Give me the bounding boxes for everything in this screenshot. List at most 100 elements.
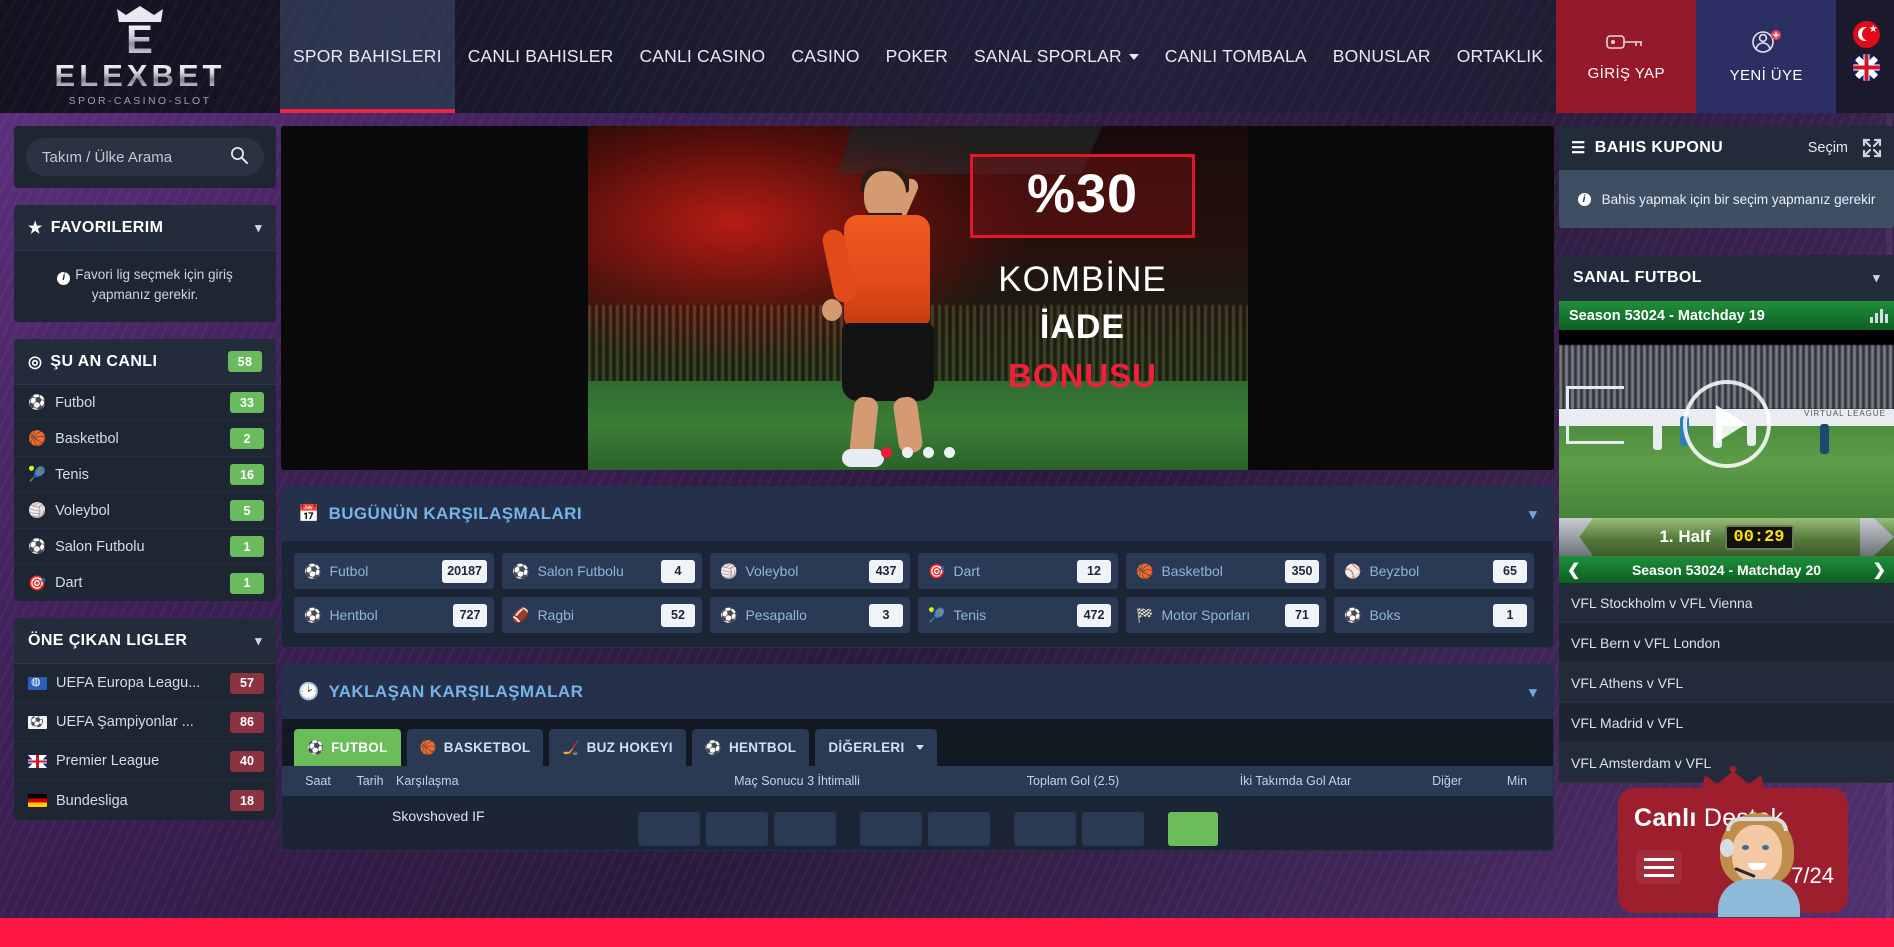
brand-tagline: SPOR-CASINO-SLOT	[68, 95, 212, 108]
odd-cell[interactable]	[1082, 812, 1144, 846]
odd-cell-more[interactable]	[1168, 812, 1218, 846]
nav-item-ortaklik[interactable]: ORTAKLIK	[1444, 0, 1557, 113]
featured-leagues-header[interactable]: ÖNE ÇIKAN LIGLER ▾	[14, 618, 276, 665]
search-icon[interactable]	[230, 146, 248, 169]
expand-icon[interactable]	[1862, 138, 1882, 158]
tab-basketbol[interactable]: 🏀 BASKETBOL	[406, 729, 544, 766]
sidebar-item-dart[interactable]: 🎯 Dart 1	[14, 565, 276, 601]
login-button[interactable]: GİRİŞ YAP	[1556, 0, 1697, 113]
upcoming-matches-title: YAKLAŞAN KARŞILAŞMALAR	[328, 682, 584, 701]
list-item[interactable]: VFL Madrid v VFL	[1559, 703, 1894, 743]
sport-tile-dart[interactable]: 🎯 Dart 12	[918, 553, 1118, 589]
nav-item-canli-casino[interactable]: CANLI CASINO	[626, 0, 778, 113]
sport-tile-basketbol[interactable]: 🏀 Basketbol 350	[1126, 553, 1326, 589]
col-diger: Diğer	[1432, 774, 1462, 788]
sport-tile-voleybol[interactable]: 🏐 Voleybol 437	[710, 553, 910, 589]
sport-tile-tenis[interactable]: 🎾 Tenis 472	[918, 597, 1118, 633]
sidebar-item-tenis[interactable]: 🎾 Tenis 16	[14, 457, 276, 494]
upcoming-matches-header[interactable]: 🕑 YAKLAŞAN KARŞILAŞMALAR ▾	[282, 665, 1553, 719]
list-item[interactable]: VFL Stockholm v VFL Vienna	[1559, 583, 1894, 623]
chevron-down-icon[interactable]: ▾	[255, 220, 262, 236]
table-row[interactable]: Skovshoved IF	[282, 796, 1553, 850]
chevron-down-icon[interactable]: ▾	[255, 633, 262, 649]
nav-item-canli-bahisler[interactable]: CANLI BAHISLER	[455, 0, 627, 113]
odd-cell[interactable]	[638, 812, 700, 846]
next-matchday-button[interactable]: ❯	[1873, 560, 1886, 580]
sidebar-item-count: 1	[230, 536, 264, 558]
baseball-icon: ⚾	[1344, 562, 1362, 579]
sport-tile-hentbol[interactable]: ⚽ Hentbol 727	[294, 597, 494, 633]
odd-cell[interactable]	[860, 812, 922, 846]
brand-name: ELEXBET	[54, 57, 226, 93]
banner-dot-4[interactable]	[943, 447, 955, 458]
sport-tile-label: Salon Futbolu	[537, 563, 624, 579]
nav-item-poker[interactable]: POKER	[873, 0, 961, 113]
odd-cell[interactable]	[928, 812, 990, 846]
prev-matchday-button[interactable]: ❮	[1567, 560, 1580, 580]
flag-gb-icon[interactable]	[1852, 53, 1880, 81]
tab-digerleri[interactable]: DİĞERLERI	[815, 729, 937, 766]
tab-futbol[interactable]: ⚽ FUTBOL	[294, 729, 401, 766]
sidebar-item-basketbol[interactable]: 🏀 Basketbol 2	[14, 421, 276, 458]
virtual-football-header[interactable]: SANAL FUTBOL ▾	[1559, 255, 1894, 301]
league-item-uefa-europa[interactable]: UEFA Europa Leagu... 57	[14, 664, 276, 704]
league-item-premier-league[interactable]: Premier League 40	[14, 742, 276, 782]
sidebar-item-label: Futbol	[55, 394, 96, 411]
nav-item-canli-tombala[interactable]: CANLI TOMBALA	[1152, 0, 1320, 113]
nav-item-sanal-sporlar[interactable]: SANAL SPORLAR	[961, 0, 1152, 113]
bar-chart-icon[interactable]	[1870, 308, 1888, 323]
banner-dot-2[interactable]	[901, 447, 913, 458]
brand-logo[interactable]: E ELEXBET SPOR-CASINO-SLOT	[0, 0, 280, 113]
sport-tile-salon-futbolu[interactable]: ⚽ Salon Futbolu 4	[502, 553, 702, 589]
virtual-match-video[interactable]	[1559, 330, 1894, 518]
sidebar-item-voleybol[interactable]: 🏐 Voleybol 5	[14, 493, 276, 530]
dot-circle-icon: ◎	[28, 353, 43, 371]
odd-cell[interactable]	[706, 812, 768, 846]
play-icon[interactable]	[1682, 380, 1771, 468]
list-item[interactable]: VFL Bern v VFL London	[1559, 623, 1894, 663]
right-sidebar: ☰ BAHIS KUPONU Seçim i Bahis yapmak için …	[1559, 126, 1894, 783]
sport-tile-beyzbol[interactable]: ⚾ Beyzbol 65	[1334, 553, 1534, 589]
nav-item-bonuslar[interactable]: BONUSLAR	[1320, 0, 1444, 113]
nav-label: SPOR BAHISLERI	[293, 46, 442, 66]
language-selector[interactable]	[1836, 0, 1894, 113]
league-item-uefa-sampiyonlar[interactable]: UEFA Şampiyonlar ... 86	[14, 703, 276, 743]
sidebar-item-salon-futbolu[interactable]: ⚽ Salon Futbolu 1	[14, 529, 276, 566]
banner-dot-1[interactable]	[880, 447, 892, 458]
banner-dot-3[interactable]	[922, 447, 934, 458]
odd-cell[interactable]	[774, 812, 836, 846]
sport-tile-futbol[interactable]: ⚽ Futbol 20187	[294, 553, 494, 589]
selection-label[interactable]: Seçim	[1808, 140, 1848, 156]
favorites-header[interactable]: ★ FAVORILERIM ▾	[14, 205, 276, 251]
sport-tile-boks[interactable]: ⚽ Boks 1	[1334, 597, 1534, 633]
tab-hentbol[interactable]: ⚽ HENTBOL	[691, 729, 810, 766]
todays-matches-header[interactable]: 📅 BUGÜNÜN KARŞILAŞMALARI ▾	[282, 487, 1553, 541]
nav-item-spor-bahisleri[interactable]: SPOR BAHISLERI	[280, 0, 455, 113]
chevron-down-icon[interactable]: ▾	[1873, 270, 1880, 286]
league-item-bundesliga[interactable]: Bundesliga 18	[14, 781, 276, 820]
sport-tile-ragbi[interactable]: 🏈 Ragbi 52	[502, 597, 702, 633]
chevron-down-icon[interactable]: ▾	[1529, 505, 1537, 523]
main-navigation: SPOR BAHISLERI CANLI BAHISLER CANLI CASI…	[280, 0, 1556, 113]
search-box[interactable]	[26, 138, 264, 176]
sidebar-item-count: 1	[230, 572, 264, 594]
promo-banner[interactable]: %30 KOMBİNE İADE BONUSU	[281, 126, 1554, 470]
list-item[interactable]: VFL Athens v VFL	[1559, 663, 1894, 703]
sport-tile-count: 4	[661, 559, 695, 583]
nav-item-casino[interactable]: CASINO	[778, 0, 872, 113]
tab-label: HENTBOL	[728, 740, 797, 755]
sport-tile-pesapallo[interactable]: ⚽ Pesapallo 3	[710, 597, 910, 633]
flag-tr-icon[interactable]	[1852, 20, 1880, 48]
odd-cell[interactable]	[1014, 812, 1076, 846]
chevron-left-icon[interactable]	[1559, 518, 1593, 556]
sidebar-item-futbol[interactable]: ⚽ Futbol 33	[14, 385, 276, 422]
signup-button[interactable]: YENİ ÜYE	[1696, 0, 1837, 113]
live-now-header[interactable]: ◎ ŞU AN CANLI 58	[14, 339, 276, 386]
chevron-right-icon[interactable]	[1860, 518, 1894, 556]
tab-buz-hokeyi[interactable]: 🏒 BUZ HOKEYI	[549, 729, 686, 766]
sport-tile-motor-sporlari[interactable]: 🏁 Motor Sporları 71	[1126, 597, 1326, 633]
chevron-down-icon[interactable]: ▾	[1529, 683, 1537, 701]
info-icon: i	[57, 271, 71, 285]
search-input[interactable]	[42, 148, 222, 166]
live-support-widget[interactable]: Canlı Destek 7/24	[1618, 765, 1848, 917]
